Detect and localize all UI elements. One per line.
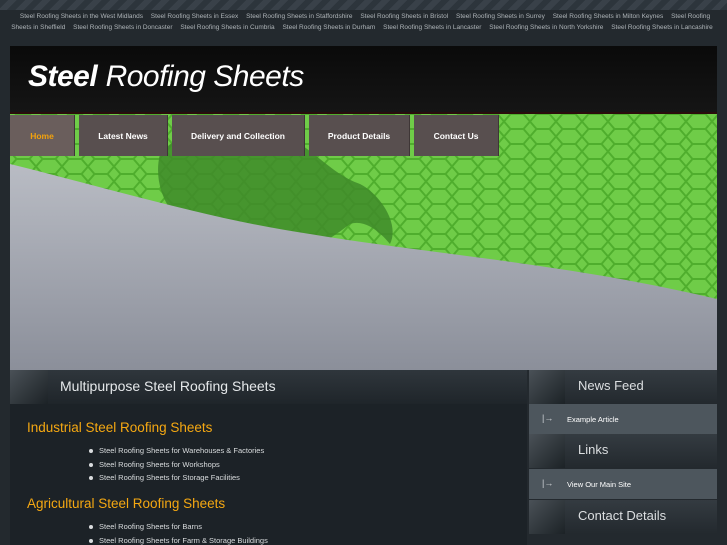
site-header: Steel Roofing Sheets — [10, 46, 717, 114]
location-link[interactable]: Steel Roofing Sheets in Milton Keynes — [553, 13, 664, 20]
example-article-label: Example Article — [567, 415, 619, 424]
nav-delivery[interactable]: Delivery and Collection — [172, 115, 305, 156]
location-link[interactable]: Steel Roofing Sheets in Durham — [282, 24, 375, 31]
nav-latest-news[interactable]: Latest News — [79, 115, 168, 156]
list-item: Steel Roofing Sheets for Warehouses & Fa… — [89, 444, 264, 458]
top-pattern-strip — [0, 0, 727, 10]
news-feed-header: News Feed — [529, 370, 717, 404]
nav-home[interactable]: Home — [10, 115, 75, 156]
section-heading-industrial: Industrial Steel Roofing Sheets — [27, 420, 213, 435]
corner-decoration — [529, 434, 565, 468]
location-link[interactable]: Steel Roofing Sheets in Doncaster — [73, 24, 172, 31]
list-item: Steel Roofing Sheets for Storage Facilit… — [89, 471, 264, 485]
location-link[interactable]: Steel Roofing Sheets in Cumbria — [180, 24, 274, 31]
section-heading-agricultural: Agricultural Steel Roofing Sheets — [27, 496, 226, 511]
location-link[interactable]: Steel Roofing Sheets in Surrey — [456, 13, 545, 20]
list-item: Steel Roofing Sheets for Barns — [89, 520, 268, 534]
location-links: Steel Roofing Sheets in the West Midland… — [10, 12, 717, 33]
location-link[interactable]: Steel Roofing Sheets in the West Midland… — [20, 13, 143, 20]
logo-thin-text: Roofing Sheets — [105, 60, 305, 93]
location-link[interactable]: Steel Roofing Sheets in Staffordshire — [246, 13, 352, 20]
location-link[interactable]: Steel Roofing Sheets in Essex — [151, 13, 238, 20]
main-nav: Home Latest News Delivery and Collection… — [10, 115, 717, 156]
main-site-link[interactable]: |→ View Our Main Site — [529, 469, 717, 499]
location-link[interactable]: Steel Roofing Sheets in Bristol — [360, 13, 448, 20]
industrial-list: Steel Roofing Sheets for Warehouses & Fa… — [89, 444, 264, 485]
nav-product-details[interactable]: Product Details — [309, 115, 410, 156]
list-item: Steel Roofing Sheets for Workshops — [89, 458, 264, 472]
agricultural-list: Steel Roofing Sheets for Barns Steel Roo… — [89, 520, 268, 545]
arrow-icon: |→ — [542, 478, 554, 488]
location-link[interactable]: Steel Roofing Sheets in Lancaster — [383, 24, 481, 31]
main-site-label: View Our Main Site — [567, 480, 632, 489]
main-title-bar: Multipurpose Steel Roofing Sheets — [10, 370, 527, 404]
corner-decoration — [10, 370, 48, 404]
contact-details-header: Contact Details — [529, 500, 717, 534]
links-header: Links — [529, 434, 717, 468]
links-title: Links — [578, 442, 609, 457]
location-link[interactable]: Steel Roofing Sheets in North Yorkshire — [489, 24, 603, 31]
site-logo[interactable]: Steel Roofing Sheets — [28, 60, 304, 94]
arrow-icon: |→ — [542, 413, 554, 423]
corner-decoration — [529, 370, 565, 404]
contact-details-title: Contact Details — [578, 508, 667, 523]
news-feed-title: News Feed — [578, 378, 644, 393]
logo-bold-text: Steel — [28, 60, 98, 93]
corner-decoration — [529, 500, 565, 534]
list-item: Steel Roofing Sheets for Farm & Storage … — [89, 534, 268, 545]
page-title: Multipurpose Steel Roofing Sheets — [60, 378, 276, 394]
example-article-link[interactable]: |→ Example Article — [529, 404, 717, 434]
nav-contact-us[interactable]: Contact Us — [414, 115, 499, 156]
location-link[interactable]: Steel Roofing Sheets in Lancashire — [611, 24, 713, 31]
main-content: Industrial Steel Roofing Sheets Steel Ro… — [10, 404, 527, 545]
